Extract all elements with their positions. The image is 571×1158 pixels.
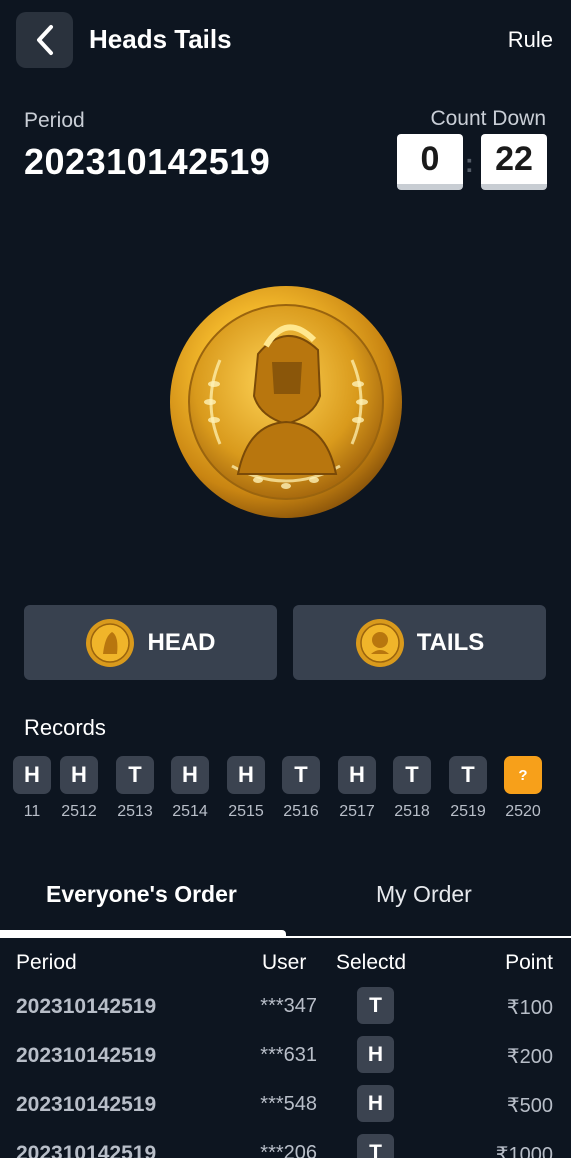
row-selected-badge: H [357,1085,394,1122]
column-header-selected: Selectd [336,951,407,974]
countdown-label: Count Down [430,107,546,130]
record-period: 2512 [61,803,97,820]
row-point: ₹100 [506,997,553,1019]
row-user: ***347 [260,995,317,1017]
rule-link[interactable]: Rule [508,27,553,53]
tab-everyones-order[interactable]: Everyone's Order [46,881,237,908]
record-period: 2513 [117,803,153,820]
countdown-seconds: 22 [481,134,547,190]
coin-image [168,284,404,520]
table-row: 202310142519 ***548 H ₹500 [0,1085,571,1133]
record-item: H 2515 [226,756,266,821]
countdown-minutes: 0 [397,134,463,190]
record-period: 2516 [283,803,319,820]
head-button-label: HEAD [147,628,216,656]
record-item: T 2518 [392,756,432,821]
row-user: ***548 [260,1093,317,1115]
row-period: 202310142519 [16,995,157,1018]
record-result-pending: ? [504,756,542,794]
record-item: H 2512 [59,756,99,821]
record-item: T 2519 [448,756,488,821]
column-header-period: Period [16,951,77,974]
record-period: 2518 [394,803,430,820]
record-period: 2519 [450,803,486,820]
record-item: ? 2520 [503,756,543,821]
record-result: H [13,756,51,794]
record-item: T 2516 [281,756,321,821]
coin-icon [355,618,404,667]
row-selected-badge: T [357,987,394,1024]
record-item: H 2517 [337,756,377,821]
record-period: 2514 [172,803,208,820]
column-header-point: Point [505,951,553,974]
table-row: 202310142519 ***206 T ₹1000 [0,1134,571,1158]
period-value: 202310142519 [24,141,271,182]
record-result: T [116,756,154,794]
records-strip[interactable]: H 11 H 2512 T 2513 H 2514 H 2515 T 2516 … [0,756,571,826]
record-result: H [338,756,376,794]
table-row: 202310142519 ***631 H ₹200 [0,1036,571,1084]
app-header: Heads Tails Rule [0,0,571,80]
row-period: 202310142519 [16,1142,157,1158]
row-point: ₹1000 [495,1144,553,1158]
record-result: H [171,756,209,794]
record-period: 2520 [505,803,541,820]
records-title: Records [24,715,106,740]
row-point: ₹500 [506,1095,553,1117]
row-user: ***206 [260,1142,317,1158]
record-period: 2515 [228,803,264,820]
record-item: T 2513 [115,756,155,821]
countdown-separator: : [465,148,474,178]
coin-icon [86,618,135,667]
column-header-user: User [262,951,307,974]
row-selected-badge: H [357,1036,394,1073]
head-button[interactable]: HEAD [24,605,277,680]
period-label: Period [24,109,85,132]
record-result: T [282,756,320,794]
record-item: H 2514 [170,756,210,821]
page-title: Heads Tails [89,24,232,54]
row-point: ₹200 [506,1046,553,1068]
tails-button[interactable]: TAILS [293,605,546,680]
row-period: 202310142519 [16,1093,157,1116]
chevron-left-icon [36,25,53,55]
back-button[interactable] [16,12,73,68]
row-selected-badge: T [357,1134,394,1158]
tails-button-label: TAILS [416,628,485,656]
table-row: 202310142519 ***347 T ₹100 [0,987,571,1035]
record-result: H [227,756,265,794]
record-result: T [449,756,487,794]
row-user: ***631 [260,1044,317,1066]
record-result: T [393,756,431,794]
tab-my-order[interactable]: My Order [376,881,472,908]
record-result: H [60,756,98,794]
record-item: H 11 [12,756,52,821]
active-tab-indicator [0,930,286,938]
record-period: 2517 [339,803,375,820]
row-period: 202310142519 [16,1044,157,1067]
